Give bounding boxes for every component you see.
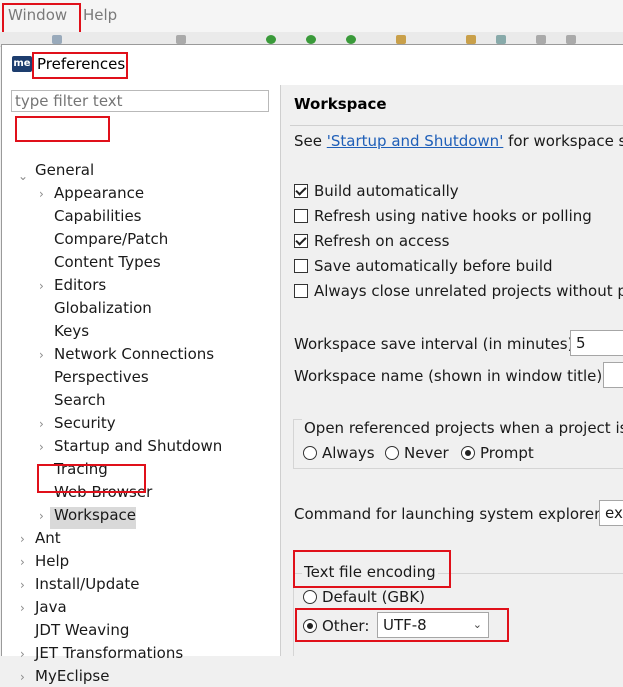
- tree-item-java[interactable]: Java: [35, 596, 67, 618]
- tree-item-perspectives[interactable]: Perspectives: [54, 366, 149, 388]
- chevron-right-icon[interactable]: ›: [39, 348, 44, 362]
- chevron-right-icon[interactable]: ›: [20, 555, 25, 569]
- see-note: See 'Startup and Shutdown' for workspace…: [294, 132, 623, 150]
- startup-shutdown-link[interactable]: 'Startup and Shutdown': [327, 132, 504, 150]
- open-referenced-label: Open referenced projects when a project …: [302, 419, 623, 437]
- radio-default-encoding[interactable]: [303, 590, 317, 604]
- chevron-right-icon[interactable]: ›: [39, 440, 44, 454]
- radio-always[interactable]: [303, 446, 317, 460]
- save-before-build-checkbox[interactable]: [294, 259, 308, 273]
- tree-item-help[interactable]: Help: [35, 550, 69, 572]
- tree-item-ant[interactable]: Ant: [35, 527, 61, 549]
- refresh-native-hooks-checkbox[interactable]: [294, 209, 308, 223]
- debug-icon[interactable]: [346, 35, 356, 44]
- tree-item-install-update[interactable]: Install/Update: [35, 573, 140, 595]
- chevron-down-icon[interactable]: ⌄: [18, 169, 28, 183]
- toolbar-icon[interactable]: [176, 35, 186, 44]
- folder-icon[interactable]: [466, 35, 476, 44]
- explorer-command-input[interactable]: exp: [599, 500, 623, 526]
- tree-item-capabilities[interactable]: Capabilities: [54, 205, 142, 227]
- see-prefix: See: [294, 132, 327, 150]
- close-unrelated-label: Always close unrelated projects without …: [314, 282, 623, 300]
- chevron-right-icon[interactable]: ›: [20, 670, 25, 684]
- build-automatically-label: Build automatically: [314, 182, 459, 200]
- default-encoding-label: Default (GBK): [322, 588, 426, 606]
- toolbar-icon[interactable]: [496, 35, 506, 44]
- group-border: [293, 468, 623, 469]
- tree-item-startup-shutdown[interactable]: Startup and Shutdown: [54, 435, 222, 457]
- page-title: Workspace: [294, 95, 387, 113]
- save-interval-label: Workspace save interval (in minutes):: [294, 335, 579, 353]
- tree-item-security[interactable]: Security: [54, 412, 116, 434]
- highlight-preferences-title: [32, 52, 128, 79]
- radio-always-label: Always: [322, 444, 375, 462]
- run-icon[interactable]: [266, 35, 276, 44]
- refresh-native-hooks-label: Refresh using native hooks or polling: [314, 207, 592, 225]
- radio-never-label: Never: [404, 444, 449, 462]
- refresh-on-access-checkbox[interactable]: [294, 234, 308, 248]
- tree-item-general[interactable]: General: [35, 159, 94, 181]
- tree-item-keys[interactable]: Keys: [54, 320, 89, 342]
- tree-item-myeclipse[interactable]: MyEclipse: [35, 665, 109, 687]
- menu-bar: Window Help: [0, 0, 623, 32]
- save-interval-input[interactable]: 5: [570, 330, 623, 356]
- refresh-on-access-label: Refresh on access: [314, 232, 450, 250]
- run-icon[interactable]: [306, 35, 316, 44]
- tree-item-jdt-weaving[interactable]: JDT Weaving: [35, 619, 129, 641]
- chevron-right-icon[interactable]: ›: [39, 187, 44, 201]
- chevron-right-icon[interactable]: ›: [20, 532, 25, 546]
- chevron-right-icon[interactable]: ›: [39, 279, 44, 293]
- radio-never[interactable]: [385, 446, 399, 460]
- toolbar-icon[interactable]: [536, 35, 546, 44]
- filter-input[interactable]: [11, 90, 269, 112]
- tree-item-content-types[interactable]: Content Types: [54, 251, 161, 273]
- group-border: [293, 419, 294, 469]
- highlight-text-file-encoding: [293, 550, 451, 588]
- preference-tree-pane: ⌄ General › Appearance Capabilities Comp…: [2, 85, 280, 685]
- title-divider: [290, 125, 623, 126]
- see-suffix: for workspace sta: [508, 132, 623, 150]
- toolbar-icon[interactable]: [566, 35, 576, 44]
- tree-item-compare-patch[interactable]: Compare/Patch: [54, 228, 168, 250]
- radio-prompt-label: Prompt: [480, 444, 534, 462]
- tree-item-jet-transformations[interactable]: JET Transformations: [35, 642, 183, 664]
- radio-prompt[interactable]: [461, 446, 475, 460]
- tree-item-workspace[interactable]: Workspace: [54, 504, 136, 526]
- tree-item-editors[interactable]: Editors: [54, 274, 106, 296]
- folder-icon[interactable]: [396, 35, 406, 44]
- chevron-right-icon[interactable]: ›: [39, 417, 44, 431]
- explorer-command-label: Command for launching system explorer:: [294, 505, 606, 523]
- myeclipse-icon: me: [12, 56, 32, 72]
- chevron-right-icon[interactable]: ›: [39, 509, 44, 523]
- tree-item-search[interactable]: Search: [54, 389, 106, 411]
- workspace-name-label: Workspace name (shown in window title):: [294, 367, 608, 385]
- save-before-build-label: Save automatically before build: [314, 257, 553, 275]
- chevron-right-icon[interactable]: ›: [20, 647, 25, 661]
- highlight-utf8: [295, 608, 509, 642]
- workspace-name-input[interactable]: [603, 362, 623, 388]
- highlight-general: [15, 116, 110, 142]
- tree-item-appearance[interactable]: Appearance: [54, 182, 144, 204]
- tree-item-globalization[interactable]: Globalization: [54, 297, 152, 319]
- highlight-workspace: [37, 464, 146, 493]
- chevron-right-icon[interactable]: ›: [20, 578, 25, 592]
- new-icon[interactable]: [52, 35, 62, 44]
- build-automatically-checkbox[interactable]: [294, 184, 308, 198]
- menu-help[interactable]: Help: [83, 6, 117, 24]
- chevron-right-icon[interactable]: ›: [20, 601, 25, 615]
- tree-item-network-connections[interactable]: Network Connections: [54, 343, 214, 365]
- close-unrelated-checkbox[interactable]: [294, 284, 308, 298]
- highlight-window-menu: [2, 3, 81, 35]
